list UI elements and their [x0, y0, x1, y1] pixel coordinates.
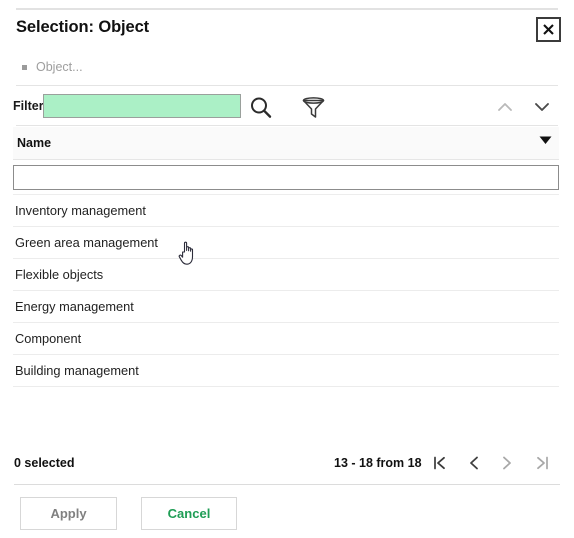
bullet-square-icon — [22, 64, 27, 70]
pagination-next-button[interactable] — [497, 453, 517, 473]
name-column-filter-input[interactable] — [13, 164, 559, 190]
search-icon[interactable] — [248, 95, 274, 121]
pagination-previous-button[interactable] — [464, 453, 484, 473]
dialog-action-bar: Apply Cancel — [0, 495, 574, 538]
page-title: Selection: Object — [16, 18, 150, 36]
table-row[interactable]: Building management — [13, 355, 559, 387]
sort-descending-caret-icon[interactable] — [539, 132, 552, 144]
table-row[interactable]: Inventory management — [13, 195, 559, 227]
object-table: Name Inventory management Green area man… — [13, 127, 559, 387]
status-bar: 0 selected 13 - 18 from 18 — [0, 452, 574, 478]
breadcrumb-divider — [16, 85, 558, 86]
selection-object-dialog: Selection: Object Object... Filter Name … — [0, 0, 574, 538]
pagination-first-button[interactable] — [430, 453, 450, 473]
cancel-button[interactable]: Cancel — [141, 497, 237, 530]
pagination-last-button[interactable] — [532, 453, 552, 473]
filter-label: Filter — [13, 99, 44, 113]
row-name: Inventory management — [15, 203, 146, 218]
close-icon — [542, 23, 555, 36]
dialog-header: Selection: Object — [0, 10, 574, 55]
column-filter-row — [13, 160, 559, 195]
scroll-down-chevron-icon[interactable] — [531, 98, 553, 116]
column-header-name[interactable]: Name — [17, 136, 51, 150]
table-row[interactable]: Green area management — [13, 227, 559, 259]
filter-funnel-icon[interactable] — [300, 95, 327, 121]
breadcrumb: Object... — [0, 58, 574, 86]
apply-button[interactable]: Apply — [20, 497, 117, 530]
filter-divider — [16, 125, 558, 126]
row-name: Component — [15, 331, 82, 346]
breadcrumb-item-object[interactable]: Object... — [22, 60, 83, 74]
row-name: Energy management — [15, 299, 134, 314]
table-body: Inventory management Green area manageme… — [13, 195, 559, 387]
filter-input[interactable] — [43, 94, 241, 118]
footer-divider — [14, 484, 560, 485]
table-header-row: Name — [13, 127, 559, 160]
filter-bar: Filter — [0, 90, 574, 126]
selected-count-label: 0 selected — [14, 456, 75, 470]
page-range-label: 13 - 18 from 18 — [334, 456, 422, 470]
close-button[interactable] — [536, 17, 561, 42]
row-name: Flexible objects — [15, 267, 104, 282]
row-name: Building management — [15, 363, 139, 378]
row-name: Green area management — [15, 235, 158, 250]
scroll-up-chevron-icon[interactable] — [494, 98, 516, 116]
table-row[interactable]: Flexible objects — [13, 259, 559, 291]
breadcrumb-label: Object... — [36, 60, 83, 74]
table-row[interactable]: Energy management — [13, 291, 559, 323]
table-row[interactable]: Component — [13, 323, 559, 355]
